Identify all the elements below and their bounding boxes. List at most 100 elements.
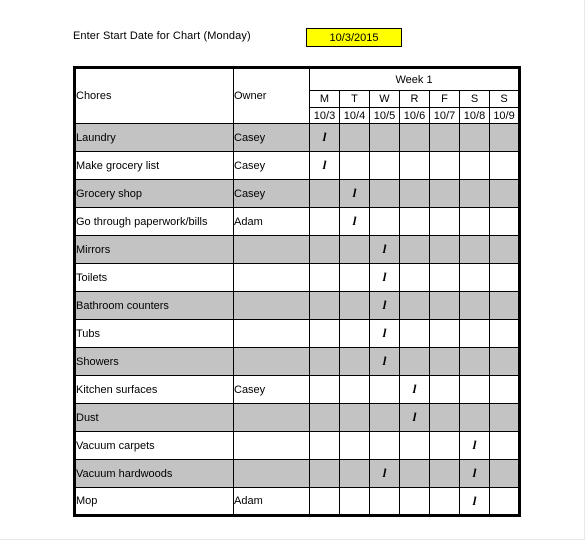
chore-empty-cell[interactable]: l: [339, 235, 370, 264]
chore-empty-cell[interactable]: l: [459, 123, 490, 152]
chore-empty-cell[interactable]: l: [369, 375, 400, 404]
owner-cell[interactable]: Casey: [233, 375, 310, 404]
chore-empty-cell[interactable]: l: [459, 235, 490, 264]
chore-empty-cell[interactable]: l: [399, 431, 430, 460]
chore-empty-cell[interactable]: l: [429, 347, 460, 376]
chore-empty-cell[interactable]: l: [488, 375, 521, 404]
owner-cell[interactable]: [233, 263, 310, 292]
chore-empty-cell[interactable]: l: [429, 263, 460, 292]
chore-empty-cell[interactable]: l: [399, 319, 430, 348]
chore-name-cell[interactable]: Mop: [74, 487, 234, 516]
chore-empty-cell[interactable]: l: [488, 459, 521, 488]
chore-name-cell[interactable]: Vacuum hardwoods: [74, 459, 234, 488]
chore-empty-cell[interactable]: l: [399, 207, 430, 236]
chore-mark-cell[interactable]: l: [399, 375, 430, 404]
chore-empty-cell[interactable]: l: [488, 319, 521, 348]
chore-empty-cell[interactable]: l: [309, 375, 340, 404]
owner-cell[interactable]: [233, 291, 310, 320]
chore-empty-cell[interactable]: l: [399, 487, 430, 516]
chore-mark-cell[interactable]: l: [369, 347, 400, 376]
chore-empty-cell[interactable]: l: [429, 151, 460, 180]
chore-empty-cell[interactable]: l: [399, 235, 430, 264]
owner-cell[interactable]: Adam: [233, 207, 310, 236]
chore-name-cell[interactable]: Kitchen surfaces: [74, 375, 234, 404]
chore-empty-cell[interactable]: l: [309, 235, 340, 264]
chore-empty-cell[interactable]: l: [429, 179, 460, 208]
chore-empty-cell[interactable]: l: [429, 235, 460, 264]
chore-empty-cell[interactable]: l: [459, 207, 490, 236]
chore-empty-cell[interactable]: l: [309, 179, 340, 208]
chore-mark-cell[interactable]: l: [369, 291, 400, 320]
chore-empty-cell[interactable]: l: [429, 375, 460, 404]
chore-empty-cell[interactable]: l: [339, 319, 370, 348]
chore-mark-cell[interactable]: l: [309, 123, 340, 152]
chore-empty-cell[interactable]: l: [488, 347, 521, 376]
chore-empty-cell[interactable]: l: [339, 459, 370, 488]
chore-empty-cell[interactable]: l: [369, 403, 400, 432]
chore-empty-cell[interactable]: l: [488, 179, 521, 208]
chore-empty-cell[interactable]: l: [429, 459, 460, 488]
chore-empty-cell[interactable]: l: [429, 207, 460, 236]
chore-empty-cell[interactable]: l: [399, 291, 430, 320]
chore-name-cell[interactable]: Make grocery list: [74, 151, 234, 180]
chore-empty-cell[interactable]: l: [399, 123, 430, 152]
owner-cell[interactable]: Adam: [233, 487, 310, 516]
chore-mark-cell[interactable]: l: [459, 459, 490, 488]
chore-empty-cell[interactable]: l: [339, 263, 370, 292]
chore-mark-cell[interactable]: l: [339, 207, 370, 236]
chore-empty-cell[interactable]: l: [488, 431, 521, 460]
chore-empty-cell[interactable]: l: [429, 487, 460, 516]
chore-empty-cell[interactable]: l: [369, 431, 400, 460]
owner-cell[interactable]: Casey: [233, 151, 310, 180]
chore-empty-cell[interactable]: l: [339, 487, 370, 516]
chore-mark-cell[interactable]: l: [369, 263, 400, 292]
owner-cell[interactable]: [233, 403, 310, 432]
chore-empty-cell[interactable]: l: [399, 347, 430, 376]
chore-empty-cell[interactable]: l: [369, 207, 400, 236]
chore-empty-cell[interactable]: l: [369, 151, 400, 180]
chore-empty-cell[interactable]: l: [459, 347, 490, 376]
chore-empty-cell[interactable]: l: [429, 123, 460, 152]
chore-empty-cell[interactable]: l: [459, 375, 490, 404]
start-date-input[interactable]: 10/3/2015: [306, 28, 402, 47]
chore-name-cell[interactable]: Mirrors: [74, 235, 234, 264]
chore-mark-cell[interactable]: l: [399, 403, 430, 432]
owner-cell[interactable]: [233, 319, 310, 348]
chore-empty-cell[interactable]: l: [459, 263, 490, 292]
chore-empty-cell[interactable]: l: [399, 179, 430, 208]
chore-name-cell[interactable]: Bathroom counters: [74, 291, 234, 320]
chore-empty-cell[interactable]: l: [339, 151, 370, 180]
chore-name-cell[interactable]: Go through paperwork/bills: [74, 207, 234, 236]
chore-mark-cell[interactable]: l: [369, 235, 400, 264]
owner-cell[interactable]: [233, 347, 310, 376]
chore-name-cell[interactable]: Dust: [74, 403, 234, 432]
chore-empty-cell[interactable]: l: [309, 207, 340, 236]
chore-empty-cell[interactable]: l: [339, 431, 370, 460]
chore-empty-cell[interactable]: l: [429, 403, 460, 432]
chore-empty-cell[interactable]: l: [309, 319, 340, 348]
chore-empty-cell[interactable]: l: [429, 431, 460, 460]
chore-mark-cell[interactable]: l: [459, 487, 490, 516]
chore-empty-cell[interactable]: l: [309, 263, 340, 292]
chore-empty-cell[interactable]: l: [488, 487, 521, 516]
owner-cell[interactable]: [233, 459, 310, 488]
chore-empty-cell[interactable]: l: [459, 319, 490, 348]
chore-name-cell[interactable]: Vacuum carpets: [74, 431, 234, 460]
chore-empty-cell[interactable]: l: [459, 179, 490, 208]
chore-empty-cell[interactable]: l: [399, 151, 430, 180]
chore-empty-cell[interactable]: l: [459, 403, 490, 432]
chore-name-cell[interactable]: Toilets: [74, 263, 234, 292]
chore-empty-cell[interactable]: l: [488, 207, 521, 236]
chore-mark-cell[interactable]: l: [459, 431, 490, 460]
chore-empty-cell[interactable]: l: [369, 487, 400, 516]
chore-empty-cell[interactable]: l: [339, 375, 370, 404]
owner-cell[interactable]: Casey: [233, 179, 310, 208]
chore-mark-cell[interactable]: l: [369, 459, 400, 488]
chore-name-cell[interactable]: Grocery shop: [74, 179, 234, 208]
chore-empty-cell[interactable]: l: [488, 403, 521, 432]
chore-empty-cell[interactable]: l: [429, 291, 460, 320]
chore-empty-cell[interactable]: l: [488, 235, 521, 264]
chore-empty-cell[interactable]: l: [429, 319, 460, 348]
chore-empty-cell[interactable]: l: [339, 403, 370, 432]
chore-empty-cell[interactable]: l: [309, 487, 340, 516]
